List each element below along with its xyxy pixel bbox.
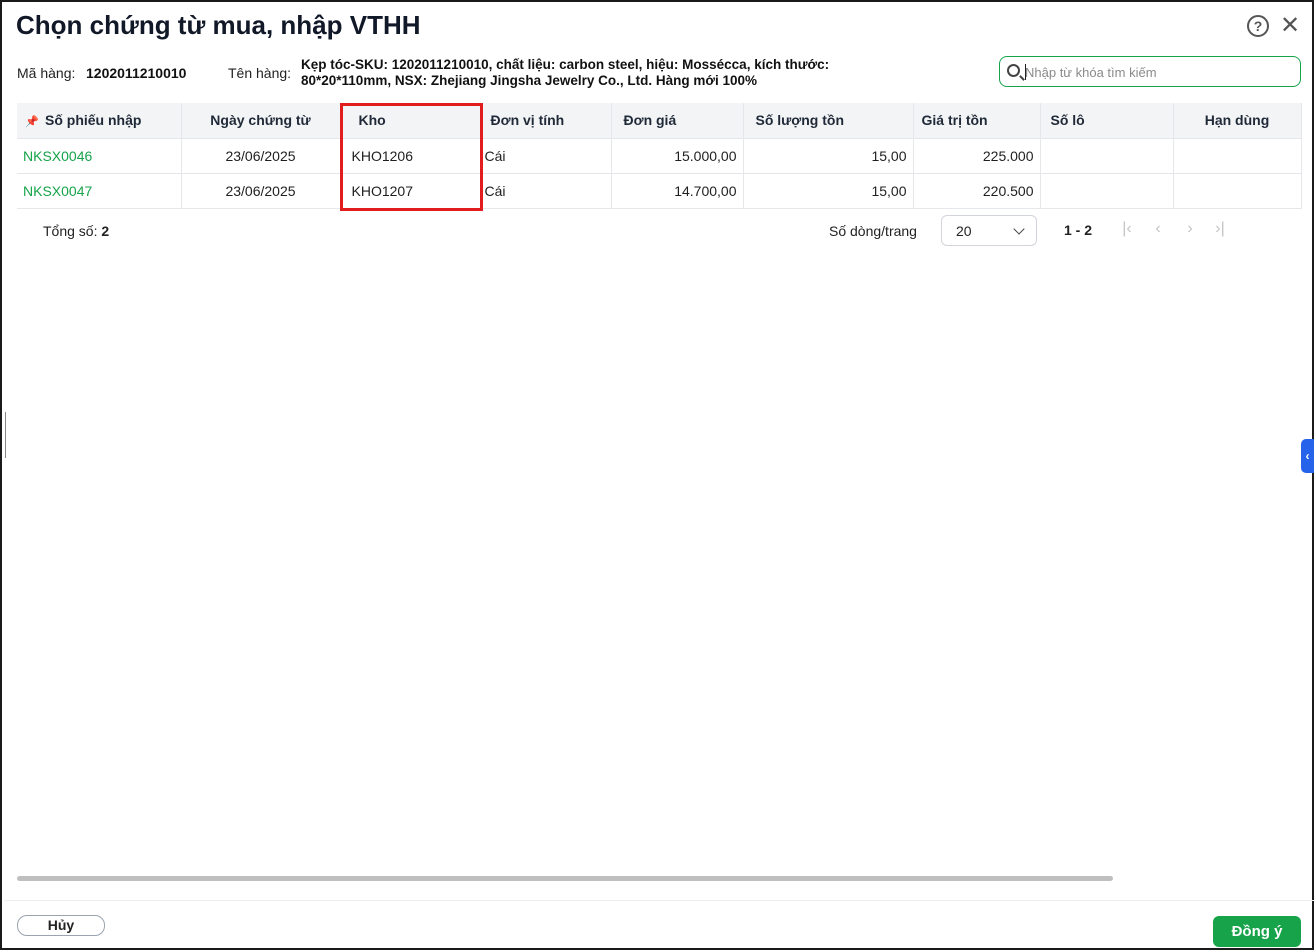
column-header-kho[interactable]: Kho [340, 103, 483, 139]
lot-number-cell [1040, 138, 1174, 174]
search-box[interactable] [999, 56, 1301, 87]
unit-price-cell: 15.000,00 [611, 138, 744, 174]
left-edge-marker [5, 412, 6, 458]
table-row[interactable]: NKSX0046 23/06/2025 KHO1206 Cái 15.000,0… [17, 138, 1302, 174]
expiry-cell [1173, 138, 1302, 174]
item-code-value: 1202011210010 [86, 65, 187, 81]
footer-divider [4, 900, 1314, 901]
warehouse-cell: KHO1207 [340, 173, 483, 210]
chevron-left-icon: ‹ [1305, 449, 1310, 463]
stock-quantity-cell: 15,00 [743, 138, 914, 174]
rows-per-page-label: Số dòng/trang [829, 223, 917, 239]
item-name-line-2: 80*20*110mm, NSX: Zhejiang Jingsha Jewel… [301, 73, 758, 88]
item-name-label: Tên hàng: [228, 65, 292, 81]
lot-number-cell [1040, 173, 1174, 210]
total-count: Tổng số: 2 [43, 223, 109, 239]
side-panel-toggle[interactable]: ‹ [1301, 439, 1314, 473]
column-header-so-lo[interactable]: Số lô [1040, 103, 1174, 139]
warehouse-cell: KHO1206 [340, 138, 483, 174]
item-name-line-1: Kẹp tóc-SKU: 1202011210010, chất liệu: c… [301, 57, 830, 72]
select-purchase-voucher-dialog: Chọn chứng từ mua, nhập VTHH ? ✕ Mã hàng… [0, 0, 1314, 950]
first-page-icon[interactable]: |‹ [1119, 220, 1135, 238]
rows-per-page-select[interactable]: 20 [941, 215, 1037, 246]
column-header-ngay-chung-tu[interactable]: Ngày chứng từ [181, 103, 341, 139]
item-code-label: Mã hàng: [17, 65, 76, 81]
pin-icon[interactable]: 📌 [25, 115, 39, 128]
expiry-cell [1173, 173, 1302, 210]
search-input[interactable] [1025, 62, 1295, 82]
question-circle-icon[interactable]: ? [1247, 15, 1269, 37]
table-header-row: 📌 Số phiếu nhập Ngày chứng từ Kho Đơn vị … [17, 103, 1302, 139]
stock-value-cell: 220.500 [913, 173, 1041, 210]
previous-page-icon[interactable]: ‹ [1150, 220, 1166, 238]
search-icon [1007, 64, 1020, 77]
horizontal-scrollbar[interactable] [17, 876, 1113, 881]
dialog-title: Chọn chứng từ mua, nhập VTHH [16, 10, 421, 40]
unit-cell: Cái [482, 173, 612, 210]
table-row[interactable]: NKSX0047 23/06/2025 KHO1207 Cái 14.700,0… [17, 173, 1302, 210]
rows-per-page-value: 20 [956, 223, 972, 239]
last-page-icon[interactable]: ›| [1212, 220, 1228, 238]
text-caret [1025, 64, 1026, 80]
close-icon[interactable]: ✕ [1279, 14, 1301, 38]
cancel-button[interactable]: Hủy [17, 915, 105, 936]
page-range: 1 - 2 [1064, 222, 1093, 238]
next-page-icon[interactable]: › [1182, 220, 1198, 238]
voucher-table: 📌 Số phiếu nhập Ngày chứng từ Kho Đơn vị … [17, 103, 1302, 210]
column-header-so-luong-ton[interactable]: Số lượng tồn [743, 103, 914, 139]
voucher-date-cell: 23/06/2025 [181, 173, 341, 210]
confirm-button[interactable]: Đồng ý [1213, 916, 1301, 947]
voucher-date-cell: 23/06/2025 [181, 138, 341, 174]
stock-value-cell: 225.000 [913, 138, 1041, 174]
column-header-don-vi-tinh[interactable]: Đơn vị tính [482, 103, 612, 139]
column-header-don-gia[interactable]: Đơn giá [611, 103, 744, 139]
voucher-number-link[interactable]: NKSX0047 [17, 173, 182, 210]
unit-price-cell: 14.700,00 [611, 173, 744, 210]
unit-cell: Cái [482, 138, 612, 174]
column-header-han-dung[interactable]: Hạn dùng [1173, 103, 1302, 139]
total-count-value: 2 [101, 223, 110, 239]
item-name-value: Kẹp tóc-SKU: 1202011210010, chất liệu: c… [301, 57, 901, 89]
voucher-number-link[interactable]: NKSX0046 [17, 138, 182, 174]
chevron-down-icon [1013, 223, 1025, 235]
column-header-so-phieu-nhap[interactable]: 📌 Số phiếu nhập [17, 103, 182, 139]
stock-quantity-cell: 15,00 [743, 173, 914, 210]
total-count-label: Tổng số: [43, 223, 98, 239]
column-header-gia-tri-ton[interactable]: Giá trị tồn [913, 103, 1041, 139]
